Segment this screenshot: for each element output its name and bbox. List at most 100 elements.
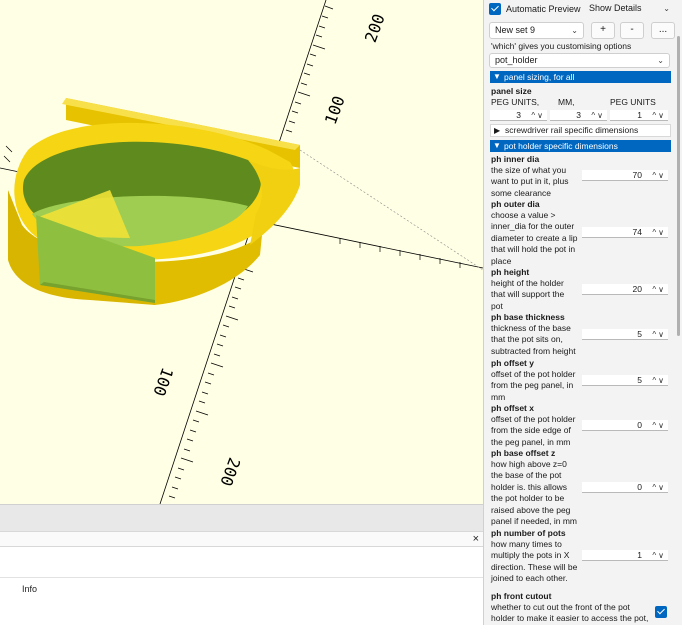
info-label: Info (22, 584, 38, 594)
ph-number-of-pots-value: 1 (637, 550, 642, 560)
3d-viewport[interactable]: 200 100 100 200 (0, 0, 483, 504)
axis-label-100-top: 100 (321, 93, 349, 127)
col-peg-units: PEG UNITS, (491, 97, 540, 107)
chevron-down-icon: ⌄ (657, 56, 664, 65)
ph-height-spinbox[interactable]: 20 ^∨ (582, 284, 668, 295)
panel-size-x-spinbox[interactable]: 3 ^∨ (490, 110, 547, 121)
ph-outer-dia-desc-4: that will hold the pot in (491, 244, 576, 255)
preset-combo[interactable]: New set 9 ⌄ (489, 22, 584, 39)
section-pot-holder[interactable]: ▼ pot holder specific dimensions (490, 140, 671, 152)
console-titlebar: × (0, 531, 483, 547)
section-pot-holder-label: pot holder specific dimensions (504, 141, 618, 151)
show-details-text: Show Details (589, 3, 642, 13)
ph-height-desc-1: height of the holder (491, 278, 564, 288)
ph-base-offset-z-spinbox[interactable]: 0 ^∨ (582, 482, 668, 493)
ph-offset-x-desc-2: from the side edge of (491, 425, 571, 436)
console-output[interactable] (0, 547, 483, 577)
panel-size-x-value: 3 (516, 110, 521, 120)
info-panel: Info (0, 577, 483, 625)
spin-arrows-icon: ^∨ (652, 111, 666, 120)
panel-size-mm-value: 3 (576, 110, 581, 120)
ph-offset-x-spinbox[interactable]: 0 ^∨ (582, 420, 668, 431)
ph-height-value: 20 (632, 284, 642, 294)
show-details-combo[interactable]: Show Details ⌄ (584, 1, 675, 18)
triangle-down-icon: ▼ (493, 141, 501, 150)
ph-front-cutout-desc-2: holder to make it easier to access the p… (491, 613, 649, 624)
ph-front-cutout-desc-1: whether to cut out the front of the pot (491, 602, 630, 612)
ph-height-desc-3: pot (491, 300, 503, 311)
more-options-button[interactable]: ... (651, 22, 675, 39)
ph-inner-dia-value: 70 (632, 170, 642, 180)
ph-height-desc-2: that will support the (491, 289, 565, 300)
ph-base-thickness-desc-2: that the pot sits on, (491, 334, 563, 345)
ph-outer-dia-value: 74 (632, 227, 642, 237)
ph-base-thickness-value: 5 (637, 329, 642, 339)
ph-base-thickness-desc-3: subtracted from height (491, 345, 576, 356)
spin-arrows-icon: ^∨ (652, 330, 666, 339)
triangle-right-icon: ▶ (494, 126, 501, 135)
which-combo[interactable]: pot_holder ⌄ (489, 53, 670, 68)
ph-inner-dia-spinbox[interactable]: 70 ^∨ (582, 170, 668, 181)
spin-arrows-icon: ^∨ (652, 421, 666, 430)
preset-combo-text: New set 9 (495, 25, 536, 35)
axis-label-200-bottom: 200 (216, 455, 244, 489)
panel-size-z-value: 1 (637, 110, 642, 120)
ph-offset-x-label: ph offset x (491, 403, 534, 413)
col-peg-units-2: PEG UNITS (610, 97, 656, 107)
ph-offset-x-desc-3: the peg panel, in mm (491, 436, 571, 447)
ph-base-offset-z-label: ph base offset z (491, 448, 556, 458)
ph-base-thickness-spinbox[interactable]: 5 ^∨ (582, 329, 668, 340)
ph-outer-dia-spinbox[interactable]: 74 ^∨ (582, 227, 668, 238)
ph-base-offset-z-value: 0 (637, 482, 642, 492)
ph-offset-y-label: ph offset y (491, 358, 534, 368)
ph-outer-dia-desc-5: place (491, 255, 512, 266)
spin-arrows-icon: ^∨ (652, 285, 666, 294)
remove-preset-button[interactable]: - (620, 22, 644, 39)
spin-arrows-icon: ^∨ (591, 111, 605, 120)
ph-outer-dia-desc-3: diameter to create a lip (491, 232, 578, 243)
panel-size-z-spinbox[interactable]: 1 ^∨ (610, 110, 668, 121)
ph-front-cutout-label: ph front cutout (491, 591, 552, 601)
ph-offset-y-value: 5 (637, 375, 642, 385)
spin-arrows-icon: ^∨ (652, 171, 666, 180)
ph-inner-dia-desc-3: some clearance (491, 187, 552, 198)
add-preset-button[interactable]: + (591, 22, 615, 39)
ph-offset-y-desc-1: offset of the pot holder (491, 369, 576, 379)
ph-offset-y-desc-2: from the peg panel, in (491, 380, 574, 391)
ph-outer-dia-desc-1: choose a value > (491, 210, 556, 220)
pot-holder-model (8, 98, 300, 305)
scrollbar-thumb[interactable] (677, 36, 680, 336)
panel-scrollbar[interactable] (676, 36, 681, 625)
which-description: 'which' gives you customising options (491, 41, 632, 51)
spin-arrows-icon: ^∨ (531, 111, 545, 120)
ph-base-offset-z-desc-4: the pot holder to be (491, 493, 565, 504)
ph-base-offset-z-desc-6: panel if needed, in mm (491, 516, 577, 526)
ph-inner-dia-desc-2: want to put in it, plus (491, 176, 569, 187)
ph-number-of-pots-desc-3: direction. These will be (491, 561, 578, 572)
ph-height-label: ph height (491, 267, 530, 277)
ph-front-cutout-checkbox[interactable] (655, 606, 667, 618)
ph-base-thickness-desc-1: thickness of the base (491, 323, 571, 333)
ph-number-of-pots-spinbox[interactable]: 1 ^∨ (582, 550, 668, 561)
section-screwdriver-rail[interactable]: ▶ screwdriver rail specific dimensions (490, 124, 671, 137)
ph-outer-dia-desc-2: inner_dia for the outer (491, 221, 575, 232)
ph-base-thickness-label: ph base thickness (491, 312, 565, 322)
spin-arrows-icon: ^∨ (652, 376, 666, 385)
console-toolbar-strip (0, 504, 483, 531)
chevron-down-icon: ⌄ (571, 26, 578, 35)
close-icon[interactable]: × (473, 533, 479, 546)
panel-size-mm-spinbox[interactable]: 3 ^∨ (550, 110, 607, 121)
chevron-down-icon: ⌄ (663, 4, 670, 13)
automatic-preview-checkbox[interactable] (489, 3, 501, 15)
ph-offset-y-spinbox[interactable]: 5 ^∨ (582, 375, 668, 386)
ph-number-of-pots-desc-1: how many times to (491, 539, 562, 549)
ph-base-offset-z-desc-2: the base of the pot (491, 470, 562, 481)
which-combo-text: pot_holder (495, 55, 538, 65)
triangle-down-icon: ▼ (493, 72, 501, 81)
section-panel-sizing[interactable]: ▼ panel sizing, for all (490, 71, 671, 83)
panel-size-label: panel size (491, 86, 532, 96)
ph-offset-x-value: 0 (637, 420, 642, 430)
ph-number-of-pots-desc-4: joined to each other. (491, 573, 568, 584)
col-mm: MM, (558, 97, 575, 107)
viewport-canvas: 200 100 100 200 (0, 0, 483, 504)
